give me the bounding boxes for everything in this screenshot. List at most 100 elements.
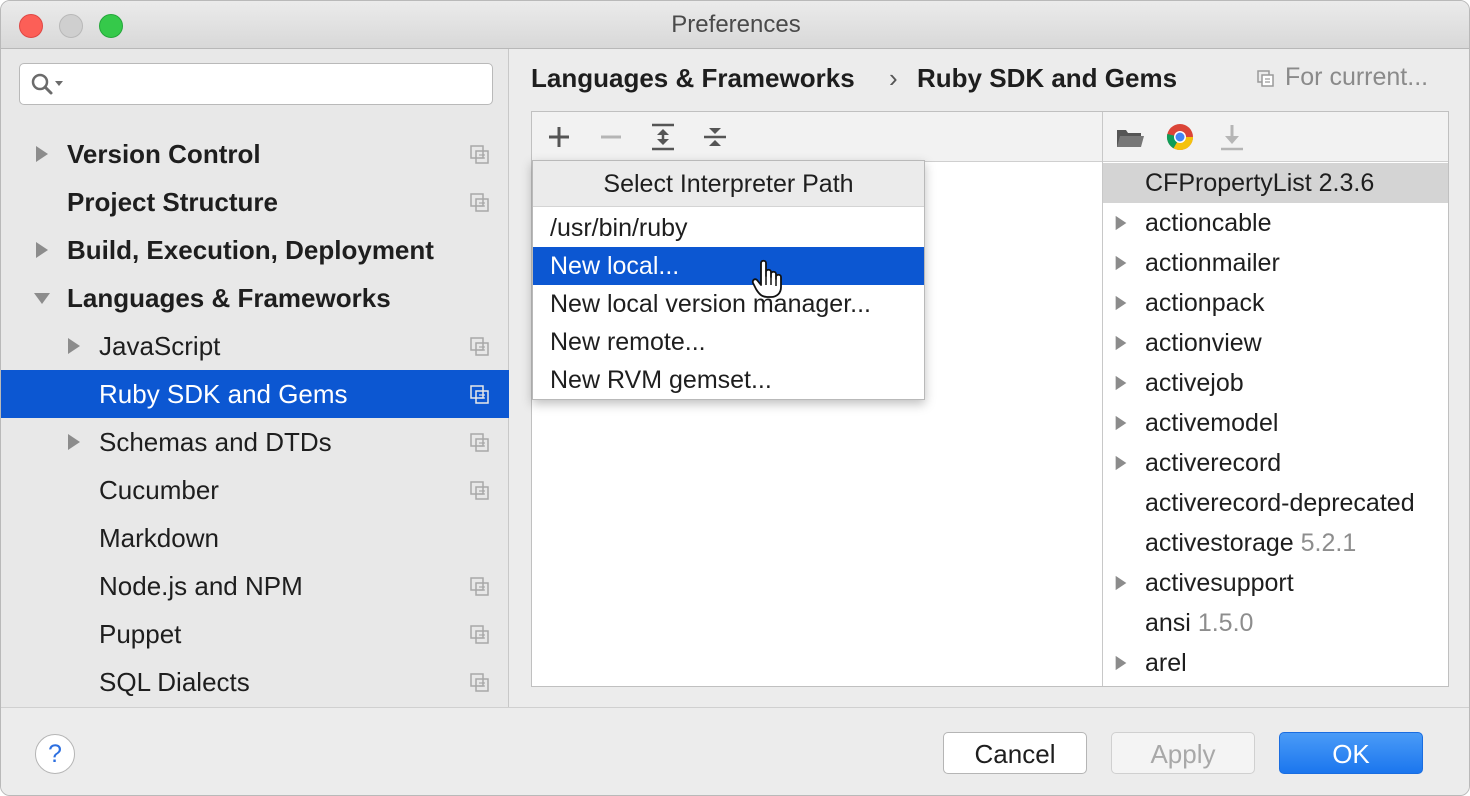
expand-arrow-icon[interactable] xyxy=(33,241,51,259)
popup-menu-item[interactable]: New local version manager... xyxy=(533,285,924,323)
ok-button[interactable]: OK xyxy=(1279,732,1423,774)
gem-row[interactable]: actioncable xyxy=(1103,203,1448,243)
sidebar-item-label: Version Control xyxy=(67,139,261,169)
select-interpreter-popup: Select Interpreter Path /usr/bin/ruby New… xyxy=(532,160,925,400)
gem-name-text: arel xyxy=(1145,649,1187,677)
expand-arrow-icon[interactable] xyxy=(1113,455,1129,471)
folder-icon[interactable] xyxy=(1115,122,1145,152)
gem-row[interactable]: actionview xyxy=(1103,323,1448,363)
expand-arrow-icon[interactable] xyxy=(1113,415,1129,431)
sidebar-item-label: Node.js and NPM xyxy=(99,571,303,601)
hand-cursor-icon xyxy=(751,259,782,298)
title-bar: Preferences xyxy=(1,1,1469,49)
sidebar-item[interactable]: SQL Dialects xyxy=(1,658,509,706)
gem-name-text: activerecord xyxy=(1145,449,1282,477)
gem-name: actionview xyxy=(1145,329,1262,358)
popup-menu-item[interactable]: New RVM gemset... xyxy=(533,361,924,399)
gem-name-text: CFPropertyList 2.3.6 xyxy=(1145,169,1375,197)
gem-name: activesupport xyxy=(1145,569,1294,598)
gem-name: actionpack xyxy=(1145,289,1265,318)
gem-row[interactable]: activemodel xyxy=(1103,403,1448,443)
gem-name: activemodel xyxy=(1145,409,1278,438)
gem-row[interactable]: activesupport xyxy=(1103,563,1448,603)
project-level-icon xyxy=(470,193,489,212)
gem-name: activerecord xyxy=(1145,449,1281,478)
gem-row[interactable]: activestorage 5.2.1 xyxy=(1103,523,1448,563)
gem-row[interactable]: actionmailer xyxy=(1103,243,1448,283)
sidebar-item[interactable]: Schemas and DTDs xyxy=(1,418,509,466)
remove-icon[interactable] xyxy=(596,122,626,152)
gem-row[interactable]: CFPropertyList 2.3.6 xyxy=(1103,163,1448,203)
gem-name-text: activejob xyxy=(1145,369,1244,397)
gem-row[interactable]: activejob xyxy=(1103,363,1448,403)
sidebar-item[interactable]: Build, Execution, Deployment xyxy=(1,226,509,274)
sidebar-item[interactable]: Markdown xyxy=(1,514,509,562)
gem-name-text: activemodel xyxy=(1145,409,1279,437)
sidebar-item-label: Cucumber xyxy=(99,475,219,505)
gems-toolbar xyxy=(1103,112,1448,162)
gem-name-text: actionmailer xyxy=(1145,249,1280,277)
project-level-icon xyxy=(470,577,489,596)
sidebar-item[interactable]: JavaScript xyxy=(1,322,509,370)
search-icon[interactable] xyxy=(30,72,66,98)
expand-arrow-icon[interactable] xyxy=(1113,295,1129,311)
sidebar-item[interactable]: Project Structure xyxy=(1,178,509,226)
cancel-button[interactable]: Cancel xyxy=(943,732,1087,774)
expand-arrow-icon[interactable] xyxy=(1113,215,1129,231)
sidebar-item-label: Ruby SDK and Gems xyxy=(99,379,348,409)
add-icon[interactable] xyxy=(544,122,574,152)
expand-arrow-icon[interactable] xyxy=(1113,575,1129,591)
project-level-icon xyxy=(470,337,489,356)
gem-name-text: actioncable xyxy=(1145,209,1272,237)
gem-row[interactable]: activerecord xyxy=(1103,443,1448,483)
expand-arrow-icon[interactable] xyxy=(1113,655,1129,671)
project-level-icon xyxy=(470,433,489,452)
popup-menu-item[interactable]: New remote... xyxy=(533,323,924,361)
popup-menu-item[interactable]: /usr/bin/ruby xyxy=(533,209,924,247)
sidebar-item-label: Markdown xyxy=(99,523,219,553)
sidebar-item[interactable]: Ruby SDK and Gems xyxy=(1,370,509,418)
gem-name: activestorage 5.2.1 xyxy=(1145,529,1356,558)
gem-name: actionmailer xyxy=(1145,249,1280,278)
chrome-icon[interactable] xyxy=(1165,122,1195,152)
expand-arrow-icon[interactable] xyxy=(33,145,51,163)
sidebar-item[interactable]: Cucumber xyxy=(1,466,509,514)
popup-menu-item[interactable]: New local... xyxy=(533,247,924,285)
help-button[interactable]: ? xyxy=(35,734,75,774)
download-icon[interactable] xyxy=(1217,122,1247,152)
gem-version: 1.5.0 xyxy=(1197,609,1254,637)
gem-row[interactable]: activerecord-deprecated xyxy=(1103,483,1448,523)
expand-all-icon[interactable] xyxy=(648,122,678,152)
project-level-icon xyxy=(470,145,489,164)
sidebar-item[interactable]: Puppet xyxy=(1,610,509,658)
sidebar-item-label: Project Structure xyxy=(67,187,278,217)
sidebar-item-label: SQL Dialects xyxy=(99,667,250,697)
dialog-footer: ? Cancel Apply OK xyxy=(1,707,1469,795)
gem-row[interactable]: arel xyxy=(1103,643,1448,683)
sdk-toolbar xyxy=(532,112,1102,162)
sidebar-item[interactable]: Node.js and NPM xyxy=(1,562,509,610)
gem-name: ansi 1.5.0 xyxy=(1145,609,1253,638)
sidebar-item-label: Schemas and DTDs xyxy=(99,427,332,457)
collapse-all-icon[interactable] xyxy=(700,122,730,152)
popup-title: Select Interpreter Path xyxy=(533,161,924,207)
collapse-arrow-icon[interactable] xyxy=(33,289,51,307)
expand-arrow-icon[interactable] xyxy=(65,433,83,451)
expand-arrow-icon[interactable] xyxy=(1113,375,1129,391)
breadcrumb-current: Ruby SDK and Gems xyxy=(917,63,1178,93)
expand-arrow-icon[interactable] xyxy=(65,337,83,355)
expand-arrow-icon[interactable] xyxy=(1113,255,1129,271)
search-input[interactable] xyxy=(19,63,493,105)
gems-list: CFPropertyList 2.3.6 actioncable actionmai… xyxy=(1103,163,1448,686)
breadcrumb-separator: › xyxy=(889,63,898,93)
gem-row[interactable]: ansi 1.5.0 xyxy=(1103,603,1448,643)
sidebar-item[interactable]: Languages & Frameworks xyxy=(1,274,509,322)
apply-button[interactable]: Apply xyxy=(1111,732,1255,774)
project-level-icon xyxy=(470,625,489,644)
breadcrumb-parent: Languages & Frameworks xyxy=(531,63,855,93)
gem-name-text: activesupport xyxy=(1145,569,1294,597)
sidebar-item[interactable]: Version Control xyxy=(1,130,509,178)
expand-arrow-icon[interactable] xyxy=(1113,335,1129,351)
sidebar-item-label: JavaScript xyxy=(99,331,221,361)
gem-row[interactable]: actionpack xyxy=(1103,283,1448,323)
